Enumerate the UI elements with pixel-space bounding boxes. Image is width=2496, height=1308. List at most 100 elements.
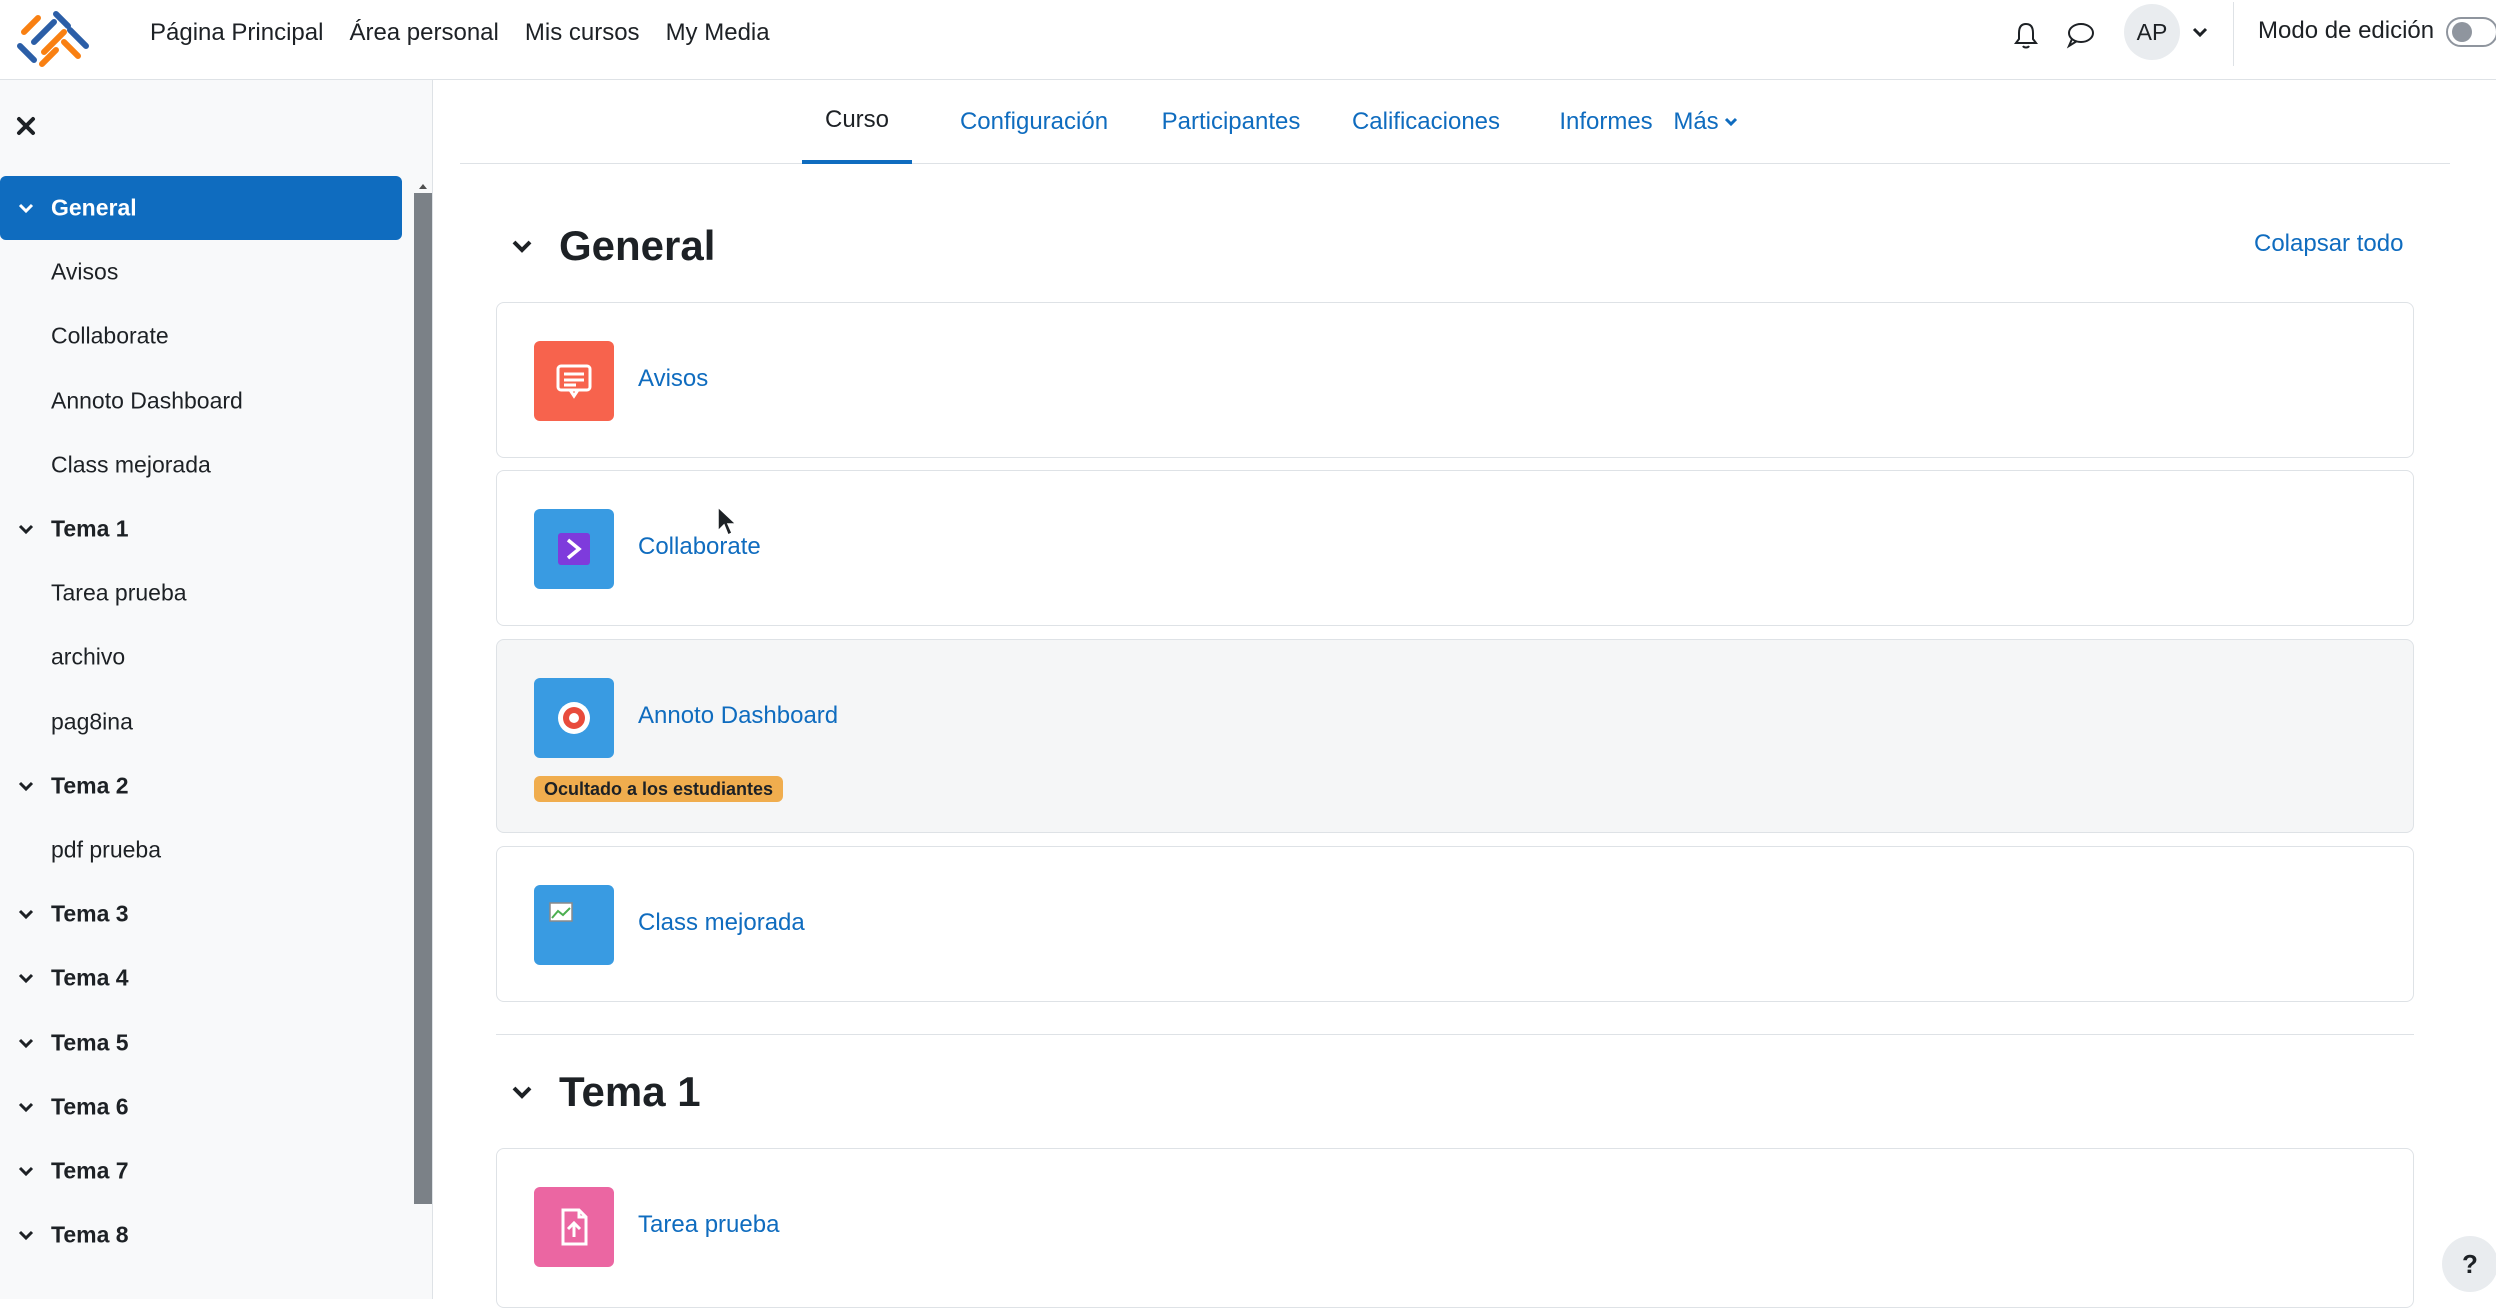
tab-grades[interactable]: Calificaciones: [1326, 80, 1526, 164]
scrollbar-thumb[interactable]: [414, 193, 432, 1204]
course-index-drawer: General Avisos Collaborate Annoto Dashboard…: [0, 80, 433, 1299]
activity-link[interactable]: Annoto Dashboard: [638, 702, 838, 730]
chevron-down-icon[interactable]: [16, 776, 36, 796]
chevron-down-icon[interactable]: [16, 1225, 36, 1245]
collaborate-icon: [534, 509, 614, 589]
activity-card: Class mejorada: [496, 846, 2414, 1002]
course-index-section[interactable]: Tema 3: [0, 882, 402, 946]
chevron-down-icon: [1724, 117, 1737, 127]
chevron-down-icon[interactable]: [16, 1033, 36, 1053]
course-index-section[interactable]: Tema 6: [0, 1075, 402, 1139]
course-index-activity[interactable]: pag8ina: [0, 690, 402, 754]
course-index-label: Tema 2: [51, 772, 129, 799]
nav-link-dashboard[interactable]: Área personal: [349, 19, 498, 47]
course-index-label: Class mejorada: [51, 451, 211, 478]
section-title: Tema 1: [559, 1068, 701, 1115]
course-index-activity[interactable]: Avisos: [0, 240, 402, 304]
scroll-up-arrow-icon[interactable]: [415, 180, 431, 192]
course-index-label: archivo: [51, 643, 126, 670]
course-index-label: Tema 6: [51, 1093, 129, 1120]
chevron-down-icon[interactable]: [510, 234, 534, 258]
assignment-icon: [534, 1187, 614, 1267]
activity-card: Avisos: [496, 302, 2414, 458]
chevron-down-icon[interactable]: [16, 198, 36, 218]
tab-label: Informes: [1559, 108, 1653, 135]
navbar-divider: [2233, 2, 2234, 66]
forum-icon: [534, 341, 614, 421]
course-index-activity[interactable]: Collaborate: [0, 304, 402, 368]
toggle-knob: [2452, 22, 2472, 42]
avatar-initials: AP: [2136, 18, 2168, 45]
course-index-label: Tema 7: [51, 1157, 129, 1184]
chevron-down-icon[interactable]: [16, 904, 36, 924]
activity-card: Collaborate: [496, 470, 2414, 626]
close-icon[interactable]: [14, 114, 38, 138]
chevron-down-icon[interactable]: [16, 968, 36, 988]
course-index-section[interactable]: Tema 8: [0, 1203, 402, 1267]
course-index-section[interactable]: Tema 5: [0, 1011, 402, 1075]
chevron-down-icon[interactable]: [2190, 22, 2210, 42]
course-index-activity[interactable]: Annoto Dashboard: [0, 369, 402, 433]
edit-mode-label: Modo de edición: [2258, 17, 2435, 44]
course-index-label: Tema 4: [51, 964, 129, 991]
course-index-section[interactable]: Tema 7: [0, 1139, 402, 1203]
chat-icon[interactable]: [2064, 19, 2096, 51]
chevron-down-icon[interactable]: [16, 519, 36, 539]
tab-label: Participantes: [1161, 108, 1301, 135]
activity-link[interactable]: Tarea prueba: [638, 1211, 779, 1239]
chevron-down-icon[interactable]: [510, 1080, 534, 1104]
course-index-label: Collaborate: [51, 322, 169, 349]
annoto-icon: [534, 678, 614, 758]
activity-link[interactable]: Class mejorada: [638, 909, 805, 937]
course-index-activity[interactable]: Tarea prueba: [0, 561, 402, 625]
course-index-section[interactable]: General: [0, 176, 402, 240]
course-index-label: pag8ina: [51, 708, 133, 735]
broken-image-icon: [534, 885, 614, 965]
activity-link[interactable]: Avisos: [638, 365, 708, 393]
course-index-activity[interactable]: archivo: [0, 625, 402, 689]
course-index-label: General: [51, 194, 137, 221]
course-tabs: Curso Configuración Participantes Califi…: [460, 80, 2450, 164]
chevron-down-icon[interactable]: [16, 1161, 36, 1181]
bell-icon[interactable]: [2010, 19, 2042, 51]
course-index-section[interactable]: Tema 2: [0, 754, 402, 818]
activity-card: Tarea prueba: [496, 1148, 2414, 1308]
course-index-label: Tema 3: [51, 900, 129, 927]
edit-mode-toggle[interactable]: [2446, 17, 2496, 47]
course-index-activity[interactable]: Class mejorada: [0, 433, 402, 497]
course-index-label: Tarea prueba: [51, 579, 187, 606]
course-index-section[interactable]: Tema 4: [0, 946, 402, 1010]
course-index: General Avisos Collaborate Annoto Dashboard…: [0, 176, 432, 1299]
moodle-logo-icon[interactable]: [8, 2, 96, 76]
tab-course[interactable]: Curso: [802, 80, 912, 164]
section-header-tema-1[interactable]: Tema 1: [500, 1062, 1200, 1122]
chevron-down-icon[interactable]: [16, 1097, 36, 1117]
nav-link-home[interactable]: Página Principal: [150, 19, 323, 47]
tab-settings[interactable]: Configuración: [934, 80, 1134, 164]
tab-label: Configuración: [959, 108, 1109, 135]
hidden-badge: Ocultado a los estudiantes: [534, 776, 784, 802]
course-index-label: Tema 5: [51, 1029, 129, 1056]
course-index-label: pdf prueba: [51, 836, 161, 863]
top-navbar: Página Principal Área personal Mis curso…: [0, 0, 2496, 80]
section-header-general[interactable]: General: [500, 216, 1200, 276]
avatar[interactable]: AP: [2124, 4, 2180, 60]
collapse-all-link[interactable]: Colapsar todo: [2254, 230, 2403, 258]
nav-link-my-courses[interactable]: Mis cursos: [525, 19, 640, 47]
activity-link[interactable]: Collaborate: [638, 533, 761, 561]
nav-link-my-media[interactable]: My Media: [666, 19, 770, 47]
course-index-section[interactable]: Tema 1: [0, 497, 402, 561]
tab-more[interactable]: Más: [1644, 80, 1768, 164]
tab-participants[interactable]: Participantes: [1136, 80, 1326, 164]
section-title: General: [559, 222, 716, 269]
course-index-label: Tema 1: [51, 515, 129, 542]
tab-label: Más: [1673, 108, 1719, 135]
help-button[interactable]: ?: [2442, 1236, 2496, 1292]
course-index-label: Avisos: [51, 258, 119, 285]
mouse-cursor-icon: [717, 505, 738, 537]
help-label: ?: [2462, 1248, 2478, 1279]
course-index-activity[interactable]: pdf prueba: [0, 818, 402, 882]
section-divider: [496, 1034, 2414, 1035]
tab-label: Curso: [824, 106, 890, 133]
course-index-label: Tema 8: [51, 1221, 129, 1248]
